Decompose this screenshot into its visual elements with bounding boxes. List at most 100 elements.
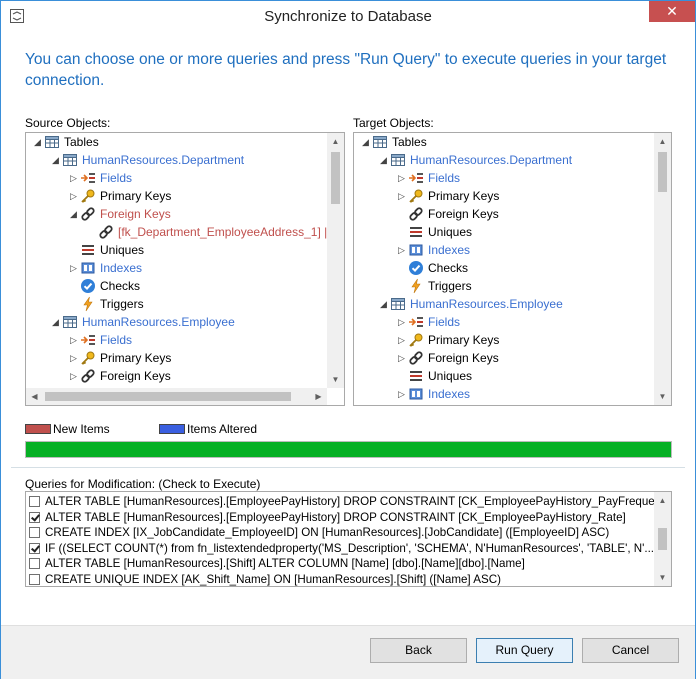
query-checkbox[interactable] — [29, 527, 40, 538]
collapsed-arrow-icon[interactable]: ▷ — [398, 313, 408, 331]
tree-node-label: Primary Keys — [100, 351, 172, 365]
collapsed-arrow-icon[interactable]: ▷ — [70, 349, 80, 367]
collapsed-arrow-icon[interactable]: ▷ — [70, 367, 80, 385]
cancel-button[interactable]: Cancel — [582, 638, 679, 663]
tree-node[interactable]: ▷ Foreign Keys — [398, 349, 499, 367]
tree-node[interactable]: ◢ HumanResources.Employee — [52, 313, 235, 331]
tree-node[interactable]: Checks — [70, 277, 140, 295]
scroll-up-arrow-icon[interactable]: ▲ — [327, 133, 344, 150]
tree-node[interactable]: ▷ Fields — [70, 169, 132, 187]
uniques-icon — [408, 368, 424, 384]
collapsed-arrow-icon[interactable]: ▷ — [398, 241, 408, 259]
run-query-button[interactable]: Run Query — [476, 638, 573, 663]
query-checkbox[interactable] — [29, 496, 40, 507]
tree-node[interactable]: ▷ Indexes — [398, 385, 470, 403]
scroll-down-arrow-icon[interactable]: ▼ — [654, 388, 671, 405]
table-icon — [44, 134, 60, 150]
query-item[interactable]: IF ((SELECT COUNT(*) from fn_listextende… — [29, 541, 654, 556]
back-button[interactable]: Back — [370, 638, 467, 663]
tree-node-label: Fields — [428, 171, 461, 185]
query-text: ALTER TABLE [HumanResources].[EmployeePa… — [45, 510, 626, 524]
collapsed-arrow-icon[interactable]: ▷ — [70, 331, 80, 349]
target-objects-tree[interactable]: ◢ Tables ◢ HumanResources.Department ▷ Fields… — [353, 132, 672, 406]
queries-label: Queries for Modification: (Check to Exec… — [25, 477, 261, 491]
expanded-arrow-icon[interactable]: ◢ — [34, 133, 44, 151]
expanded-arrow-icon[interactable]: ◢ — [380, 295, 390, 313]
collapsed-arrow-icon[interactable]: ▷ — [398, 331, 408, 349]
tree-node[interactable]: ◢ Foreign Keys — [70, 205, 171, 223]
expanded-arrow-icon[interactable]: ◢ — [70, 205, 80, 223]
query-item[interactable]: CREATE INDEX [IX_JobCandidate_EmployeeID… — [29, 525, 609, 540]
tree-node-label: Primary Keys — [428, 189, 500, 203]
link-icon — [408, 206, 424, 222]
query-checkbox[interactable] — [29, 558, 40, 569]
collapsed-arrow-icon[interactable]: ▷ — [70, 169, 80, 187]
key-icon — [408, 188, 424, 204]
tree-node[interactable]: ◢ HumanResources.Department — [380, 151, 572, 169]
scroll-thumb[interactable] — [658, 528, 667, 550]
collapsed-arrow-icon[interactable]: ▷ — [70, 259, 80, 277]
scroll-down-arrow-icon[interactable]: ▼ — [654, 569, 671, 586]
scroll-up-arrow-icon[interactable]: ▲ — [654, 133, 671, 150]
collapsed-arrow-icon[interactable]: ▷ — [398, 187, 408, 205]
tree-node[interactable]: [fk_Department_EmployeeAddress_1] | — [88, 223, 327, 241]
tree-node[interactable]: ◢ Tables — [362, 133, 427, 151]
tree-node[interactable]: Foreign Keys — [398, 205, 499, 223]
tree-node[interactable]: ▷ Fields — [70, 331, 132, 349]
tree-node[interactable]: ▷ Indexes — [70, 259, 142, 277]
queries-list[interactable]: ALTER TABLE [HumanResources].[EmployeePa… — [25, 491, 672, 587]
table-icon — [62, 314, 78, 330]
query-checkbox[interactable] — [29, 511, 40, 523]
tree-node[interactable]: ▷ Primary Keys — [70, 187, 171, 205]
scroll-left-arrow-icon[interactable]: ◀ — [26, 388, 43, 405]
expanded-arrow-icon[interactable]: ◢ — [362, 133, 372, 151]
collapsed-arrow-icon[interactable]: ▷ — [398, 385, 408, 403]
expanded-arrow-icon[interactable]: ◢ — [52, 313, 62, 331]
check-icon — [80, 278, 96, 294]
tree-node[interactable]: Uniques — [70, 241, 144, 259]
query-item[interactable]: ALTER TABLE [HumanResources].[EmployeePa… — [29, 494, 654, 509]
query-item[interactable]: CREATE UNIQUE INDEX [AK_Shift_Name] ON [… — [29, 572, 501, 587]
scroll-thumb[interactable] — [45, 392, 291, 401]
query-text: CREATE INDEX [IX_JobCandidate_EmployeeID… — [45, 526, 610, 539]
tree-node[interactable]: Uniques — [398, 223, 472, 241]
query-checkbox[interactable] — [29, 573, 40, 585]
source-objects-tree[interactable]: ◢ Tables ◢ HumanResources.Department ▷ Fields… — [25, 132, 345, 406]
collapsed-arrow-icon[interactable]: ▷ — [398, 349, 408, 367]
link-icon — [80, 368, 96, 384]
tree-node[interactable]: Triggers — [398, 277, 472, 295]
scroll-up-arrow-icon[interactable]: ▲ — [654, 492, 671, 509]
tree-node[interactable]: ◢ Tables — [34, 133, 99, 151]
query-item[interactable]: ALTER TABLE [HumanResources].[EmployeePa… — [29, 510, 626, 525]
tree-node[interactable]: ▷ Primary Keys — [398, 187, 499, 205]
tree-node[interactable]: ▷ Indexes — [398, 241, 470, 259]
queries-vertical-scrollbar[interactable]: ▲ ▼ — [654, 492, 671, 586]
tree-node[interactable]: ◢ HumanResources.Employee — [380, 295, 563, 313]
query-checkbox[interactable] — [29, 542, 40, 554]
title-bar: Synchronize to Database ✕ — [1, 1, 695, 32]
tree-node[interactable]: Checks — [398, 259, 468, 277]
tree-node[interactable]: ▷ Foreign Keys — [70, 367, 171, 385]
collapsed-arrow-icon[interactable]: ▷ — [398, 169, 408, 187]
close-button[interactable]: ✕ — [649, 1, 695, 22]
tree-node[interactable]: Uniques — [398, 367, 472, 385]
scroll-thumb[interactable] — [658, 152, 667, 192]
tree-node[interactable]: Triggers — [70, 295, 144, 313]
scroll-thumb[interactable] — [331, 152, 340, 204]
source-vertical-scrollbar[interactable]: ▲ ▼ — [327, 133, 344, 388]
source-horizontal-scrollbar[interactable]: ◀ ▶ — [26, 388, 327, 405]
query-item[interactable]: ALTER TABLE [HumanResources].[Shift] ALT… — [29, 556, 525, 571]
scroll-right-arrow-icon[interactable]: ▶ — [310, 388, 327, 405]
tree-node[interactable]: ▷ Primary Keys — [398, 331, 499, 349]
expanded-arrow-icon[interactable]: ◢ — [52, 151, 62, 169]
items-altered-swatch — [159, 424, 185, 434]
tree-node[interactable]: ◢ HumanResources.Department — [52, 151, 244, 169]
fields-icon — [408, 314, 424, 330]
tree-node[interactable]: ▷ Fields — [398, 313, 460, 331]
expanded-arrow-icon[interactable]: ◢ — [380, 151, 390, 169]
tree-node[interactable]: ▷ Fields — [398, 169, 460, 187]
target-vertical-scrollbar[interactable]: ▲ ▼ — [654, 133, 671, 405]
tree-node[interactable]: ▷ Primary Keys — [70, 349, 171, 367]
scroll-down-arrow-icon[interactable]: ▼ — [327, 371, 344, 388]
collapsed-arrow-icon[interactable]: ▷ — [70, 187, 80, 205]
